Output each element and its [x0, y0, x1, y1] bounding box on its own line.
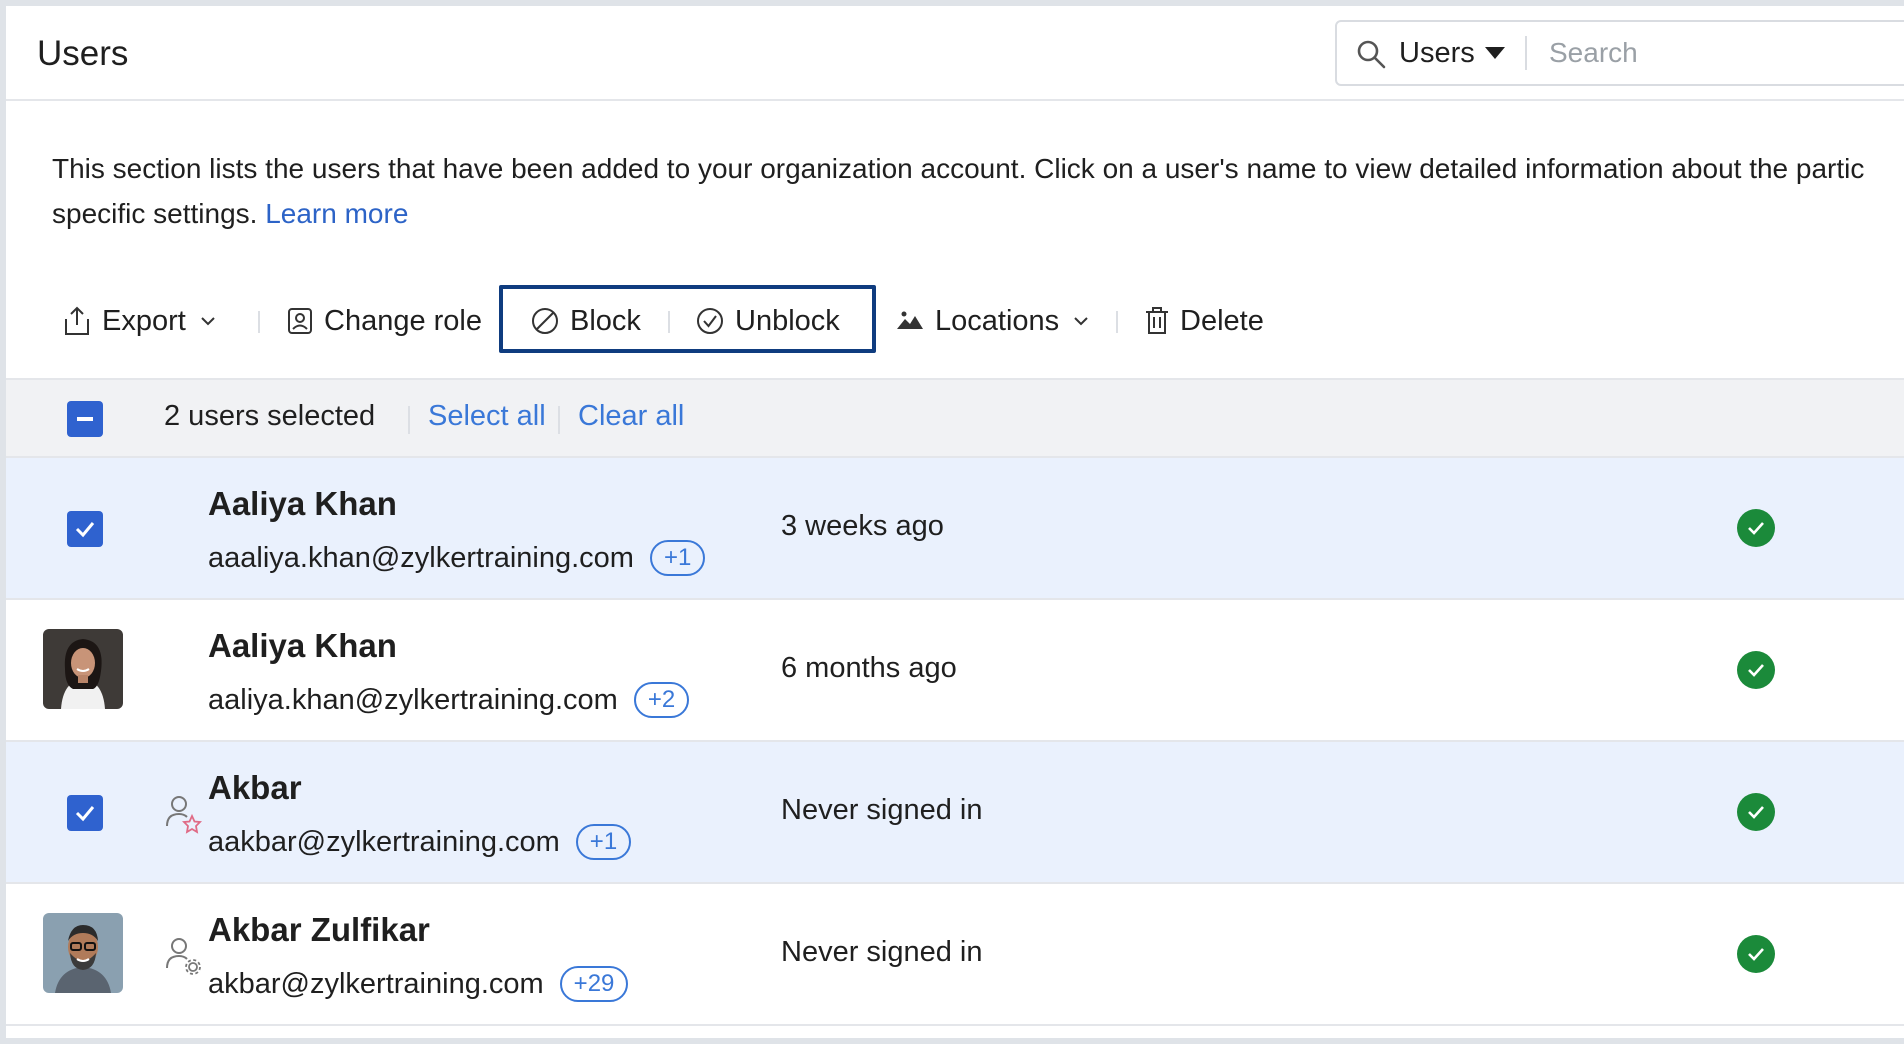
section-description: This section lists the users that have b… — [52, 146, 1904, 236]
table-row[interactable]: Aaliya Khan aaaliya.khan@zylkertraining.… — [6, 458, 1904, 600]
block-label: Block — [570, 304, 641, 337]
locations-button[interactable]: Locations — [895, 285, 1099, 357]
check-icon — [75, 522, 95, 538]
status-active-icon — [1737, 793, 1775, 831]
row-checkbox[interactable] — [67, 511, 103, 547]
export-icon — [65, 306, 89, 335]
export-button[interactable]: Export — [62, 285, 226, 357]
select-all-link[interactable]: Select all — [428, 400, 546, 433]
search-scope-dropdown[interactable]: Users — [1399, 22, 1505, 84]
search-box[interactable]: Users — [1335, 20, 1904, 86]
selection-divider — [408, 406, 410, 434]
page-title: Users — [37, 34, 129, 73]
extra-emails-badge[interactable]: +1 — [649, 540, 706, 576]
user-name-link[interactable]: Aaliya Khan — [208, 485, 397, 523]
last-sign-in: 6 months ago — [781, 652, 957, 684]
change-role-label: Change role — [324, 304, 482, 337]
search-input[interactable] — [1549, 32, 1904, 74]
table-row[interactable]: Akbar Zulfikar akbar@zylkertraining.com … — [6, 884, 1904, 1026]
change-role-icon — [288, 308, 312, 334]
toolbar-divider — [258, 311, 260, 333]
export-label: Export — [102, 304, 186, 337]
user-email: aaaliya.khan@zylkertraining.com — [208, 541, 634, 574]
user-email: akbar@zylkertraining.com — [208, 967, 544, 1000]
selection-bar: 2 users selected Select all Clear all — [6, 378, 1904, 458]
selected-count: 2 users selected — [164, 400, 376, 432]
trash-icon — [1146, 307, 1168, 334]
user-email-line: aakbar@zylkertraining.com +1 — [208, 824, 632, 860]
table-row[interactable]: Aaliya Khan aaliya.khan@zylkertraining.c… — [6, 600, 1904, 742]
minus-icon — [77, 417, 93, 421]
extra-emails-badge[interactable]: +2 — [633, 682, 690, 718]
block-button[interactable]: Block — [530, 285, 641, 357]
chevron-down-icon — [201, 317, 215, 326]
locations-icon — [897, 311, 923, 329]
user-name-link[interactable]: Aaliya Khan — [208, 627, 397, 665]
user-gear-icon — [166, 938, 201, 975]
toolbar-divider — [1116, 311, 1118, 333]
locations-label: Locations — [935, 304, 1060, 337]
description-line2: specific settings. Learn more — [52, 191, 1904, 236]
check-icon — [75, 806, 95, 822]
user-email-line: aaaliya.khan@zylkertraining.com +1 — [208, 540, 706, 576]
user-email-line: aaliya.khan@zylkertraining.com +2 — [208, 682, 690, 718]
last-sign-in: Never signed in — [781, 794, 983, 826]
search-scope-label: Users — [1399, 36, 1475, 69]
user-star-icon — [166, 796, 202, 834]
user-email-line: akbar@zylkertraining.com +29 — [208, 966, 629, 1002]
clear-all-link[interactable]: Clear all — [578, 400, 684, 433]
unblock-button[interactable]: Unblock — [695, 285, 840, 357]
female-avatar — [43, 629, 123, 709]
unblock-label: Unblock — [735, 304, 840, 337]
row-checkbox[interactable] — [67, 795, 103, 831]
last-sign-in: 3 weeks ago — [781, 510, 944, 542]
user-name-link[interactable]: Akbar — [208, 769, 302, 807]
status-active-icon — [1737, 651, 1775, 689]
toolbar-divider — [668, 311, 670, 333]
page-header: Users Users — [6, 6, 1904, 101]
description-line1: This section lists the users that have b… — [52, 153, 1865, 184]
male-avatar — [43, 913, 123, 993]
status-active-icon — [1737, 935, 1775, 973]
search-icon — [1357, 40, 1386, 69]
delete-label: Delete — [1180, 304, 1264, 337]
change-role-button[interactable]: Change role — [286, 285, 482, 357]
block-icon — [532, 308, 558, 334]
search-divider — [1525, 36, 1527, 70]
users-page: Users Users This section lists the users… — [6, 6, 1904, 1038]
toolbar: Export Change role Block Unblock Locatio… — [6, 285, 1904, 357]
description-text: specific settings. — [52, 198, 258, 229]
selection-divider — [558, 406, 560, 434]
user-email: aakbar@zylkertraining.com — [208, 825, 560, 858]
unblock-icon — [697, 308, 723, 334]
status-active-icon — [1737, 509, 1775, 547]
user-email: aaliya.khan@zylkertraining.com — [208, 683, 618, 716]
caret-down-icon — [1484, 47, 1505, 59]
delete-button[interactable]: Delete — [1144, 285, 1264, 357]
user-name-link[interactable]: Akbar Zulfikar — [208, 911, 430, 949]
last-sign-in: Never signed in — [781, 936, 983, 968]
chevron-down-icon — [1074, 317, 1088, 326]
extra-emails-badge[interactable]: +1 — [575, 824, 632, 860]
learn-more-link[interactable]: Learn more — [265, 198, 408, 229]
table-row[interactable]: Akbar aakbar@zylkertraining.com +1 Never… — [6, 742, 1904, 884]
select-all-checkbox[interactable] — [67, 401, 103, 437]
extra-emails-badge[interactable]: +29 — [559, 966, 629, 1002]
